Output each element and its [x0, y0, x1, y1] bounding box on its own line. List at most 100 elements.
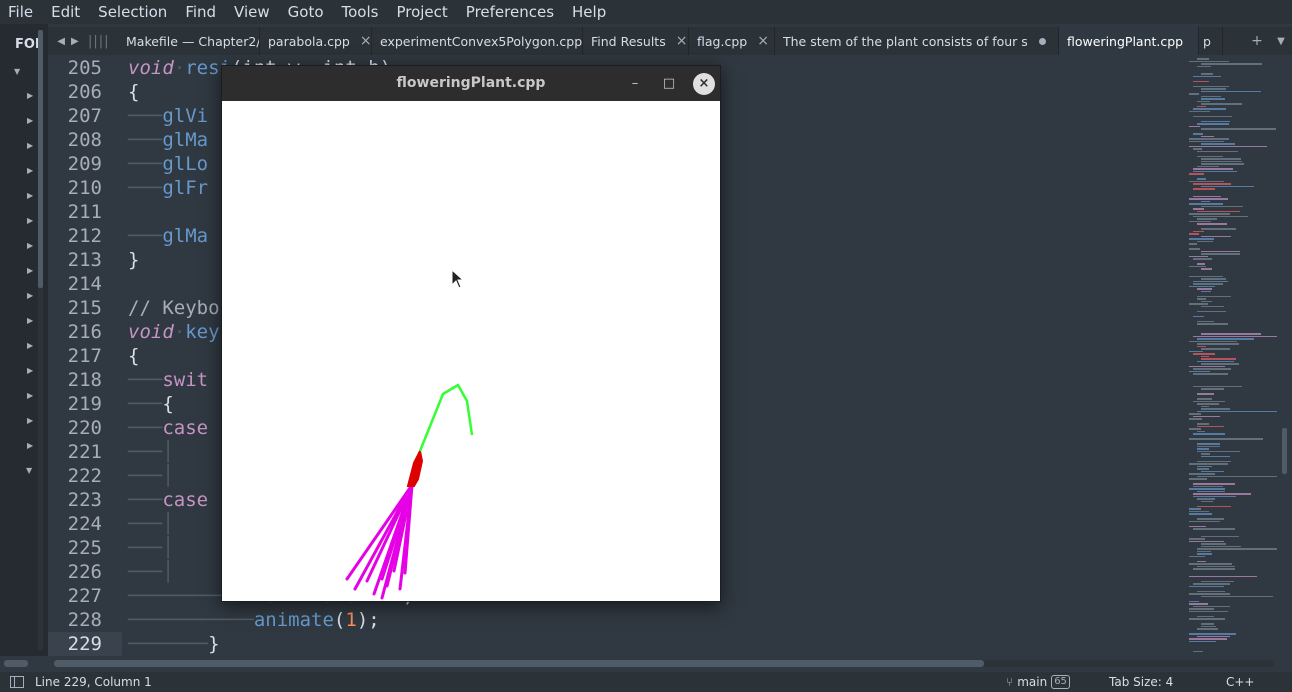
tab-next-icon[interactable]: ▶: [71, 36, 79, 47]
horizontal-scrollbar[interactable]: [54, 660, 1274, 667]
line-number: 220: [67, 417, 102, 439]
tab-flowering-plant[interactable]: floweringPlant.cpp: [1059, 27, 1199, 55]
unsaved-dot-icon[interactable]: [1039, 37, 1046, 45]
cursor-position[interactable]: Line 229, Column 1: [35, 672, 152, 692]
git-branch[interactable]: ⑂ main 65: [1006, 672, 1070, 692]
minimap-line: [1197, 398, 1212, 400]
code-line: ───swit: [128, 369, 209, 391]
code-line: ───case: [128, 489, 209, 511]
chevron-right-icon[interactable]: ▶: [27, 316, 35, 326]
minimap[interactable]: [1186, 56, 1280, 656]
code-text: }: [208, 633, 220, 655]
syntax-selector[interactable]: C++: [1226, 672, 1255, 692]
minimap-line: [1197, 165, 1220, 167]
sepals: [345, 483, 414, 600]
minimap-line: [1201, 290, 1212, 292]
minimap-line: [1197, 295, 1231, 297]
tab-size[interactable]: Tab Size: 4: [1109, 672, 1173, 692]
chevron-right-icon[interactable]: ▶: [27, 241, 35, 251]
maximize-button[interactable]: □: [659, 74, 679, 94]
chevron-right-icon[interactable]: ▶: [27, 166, 35, 176]
plant-stem: [418, 383, 474, 452]
tab-experiment-convex[interactable]: experimentConvex5Polygon.cpp ×: [372, 27, 583, 55]
chevron-right-icon[interactable]: ▶: [27, 416, 35, 426]
tab-makefile[interactable]: Makefile — Chapter2/Strai: [118, 27, 260, 55]
opengl-window[interactable]: floweringPlant.cpp – □ ×: [221, 65, 721, 602]
code-line: ───glLo: [128, 153, 209, 175]
menu-file[interactable]: File: [0, 0, 42, 24]
line-number: 221: [67, 441, 102, 463]
sidebar-scrollbar[interactable]: [38, 30, 43, 650]
minimap-line: [1197, 310, 1227, 312]
code-line: {: [128, 81, 140, 103]
plus-icon[interactable]: +: [1251, 33, 1263, 49]
minimap-line: [1197, 320, 1214, 322]
minimap-line: [1197, 490, 1225, 492]
minimap-line: [1193, 215, 1248, 217]
menu-edit[interactable]: Edit: [42, 0, 89, 24]
minimap-line: [1193, 483, 1236, 485]
sublime-text-window: File Edit Selection Find View Goto Tools…: [0, 0, 1292, 692]
minimap-line: [1197, 548, 1277, 550]
minimap-line: [1189, 640, 1216, 642]
horizontal-scrollbar-thumb[interactable]: [54, 660, 984, 667]
chevron-right-icon[interactable]: ▶: [27, 341, 35, 351]
tab-flag[interactable]: flag.cpp ×: [689, 27, 775, 55]
tab-prev-icon[interactable]: ◀: [57, 36, 65, 47]
tab-overflow[interactable]: p: [1199, 27, 1223, 55]
menu-find[interactable]: Find: [176, 0, 225, 24]
close-icon[interactable]: ×: [360, 33, 371, 49]
minimap-line: [1189, 610, 1228, 612]
minimap-line: [1201, 405, 1210, 407]
chevron-right-icon[interactable]: ▶: [27, 216, 35, 226]
sidebar-toggle-icon[interactable]: [10, 676, 24, 688]
chevron-right-icon[interactable]: ▶: [27, 191, 35, 201]
chevron-right-icon[interactable]: ▶: [27, 91, 35, 101]
chevron-right-icon[interactable]: ▶: [27, 116, 35, 126]
menu-preferences[interactable]: Preferences: [457, 0, 563, 24]
chevron-down-icon[interactable]: ▼: [1277, 36, 1285, 47]
tab-label: floweringPlant.cpp: [1067, 33, 1184, 49]
minimap-line: [1197, 105, 1206, 107]
close-icon[interactable]: ×: [757, 33, 769, 49]
vertical-scrollbar-thumb[interactable]: [1282, 428, 1287, 474]
code-line: void·key: [128, 321, 220, 343]
menu-view[interactable]: View: [225, 0, 279, 24]
minimap-line: [1193, 528, 1236, 530]
chevron-right-icon[interactable]: ▶: [27, 391, 35, 401]
close-button[interactable]: ×: [693, 73, 715, 95]
chevron-right-icon[interactable]: ▶: [27, 266, 35, 276]
menu-tools[interactable]: Tools: [333, 0, 388, 24]
code-line: ───glVi: [128, 105, 209, 127]
minimap-line: [1197, 323, 1228, 325]
tab-stem-description[interactable]: The stem of the plant consists of four s…: [775, 27, 1059, 55]
tab-find-results[interactable]: Find Results ×: [583, 27, 689, 55]
menu-selection[interactable]: Selection: [89, 0, 176, 24]
minimap-line: [1197, 560, 1206, 562]
menu-help[interactable]: Help: [563, 0, 615, 24]
chevron-right-icon[interactable]: ▶: [27, 366, 35, 376]
minimize-button[interactable]: –: [625, 74, 645, 94]
window-titlebar[interactable]: floweringPlant.cpp – □ ×: [222, 66, 720, 101]
minimap-line: [1201, 595, 1274, 597]
minimap-line: [1197, 498, 1215, 500]
chevron-down-icon[interactable]: ▼: [14, 67, 22, 77]
tab-label: parabola.cpp: [268, 33, 350, 49]
menu-project[interactable]: Project: [387, 0, 456, 24]
minimap-line: [1197, 100, 1210, 102]
menu-goto[interactable]: Goto: [279, 0, 333, 24]
minimap-line: [1197, 445, 1220, 447]
close-icon[interactable]: ×: [676, 33, 688, 49]
chevron-down-icon[interactable]: ▼: [26, 466, 34, 476]
chevron-right-icon[interactable]: ▶: [27, 441, 35, 451]
vertical-scrollbar[interactable]: [1282, 56, 1288, 656]
minimap-line: [1193, 85, 1229, 87]
minimap-line: [1201, 363, 1240, 365]
sidebar-horizontal-scrollbar[interactable]: [4, 660, 28, 667]
chevron-right-icon[interactable]: ▶: [27, 141, 35, 151]
chevron-right-icon[interactable]: ▶: [27, 291, 35, 301]
tab-parabola[interactable]: parabola.cpp ×: [260, 27, 372, 55]
code-function: glFr: [162, 177, 209, 199]
opengl-canvas[interactable]: [222, 101, 720, 601]
sidebar-scrollbar-thumb[interactable]: [38, 30, 43, 288]
